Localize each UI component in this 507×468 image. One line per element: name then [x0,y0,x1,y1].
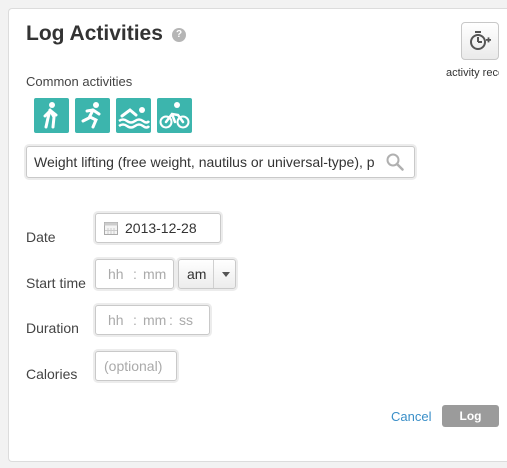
ampm-value: am [187,266,207,282]
start-time-hours[interactable]: hh [108,260,124,288]
duration-field[interactable]: hh : mm : ss [95,305,210,335]
walking-button[interactable] [34,98,69,133]
activity-search[interactable] [26,146,415,178]
start-time-label: Start time [26,275,86,291]
calories-placeholder: (optional) [104,358,163,374]
duration-label: Duration [26,320,79,336]
page-title: Log Activities [26,22,163,45]
start-time-separator: : [133,266,137,282]
common-activities-label: Common activities [26,74,133,89]
help-icon[interactable]: ? [172,28,186,42]
date-field[interactable]: 2013-12-28 [95,213,221,243]
activity-search-input[interactable] [34,147,379,177]
calories-label: Calories [26,366,78,382]
search-icon[interactable] [386,153,404,171]
duration-separator-1: : [133,312,137,328]
swimming-icon [118,107,151,129]
stopwatch-plus-icon [470,31,491,50]
chevron-down-icon [213,260,236,288]
activity-recorder-label: activity recorder [446,67,499,79]
activity-recorder-button[interactable] [461,22,499,60]
running-icon [81,102,101,129]
cancel-button[interactable]: Cancel [391,409,431,424]
calories-field[interactable]: (optional) [95,351,177,381]
running-button[interactable] [75,98,110,133]
walking-icon [43,102,58,129]
cycling-button[interactable] [157,98,192,133]
swimming-button[interactable] [116,98,151,133]
duration-separator-2: : [169,312,173,328]
date-value: 2013-12-28 [125,220,197,236]
date-label: Date [26,229,56,245]
duration-hours[interactable]: hh [108,306,124,334]
log-button[interactable]: Log [442,405,499,427]
ampm-select[interactable]: am [178,259,236,289]
duration-minutes[interactable]: mm [143,306,166,334]
start-time-field[interactable]: hh : mm [95,259,174,289]
cycling-icon [159,102,190,129]
calendar-icon [104,222,118,235]
duration-seconds[interactable]: ss [179,306,193,334]
start-time-minutes[interactable]: mm [143,260,166,288]
